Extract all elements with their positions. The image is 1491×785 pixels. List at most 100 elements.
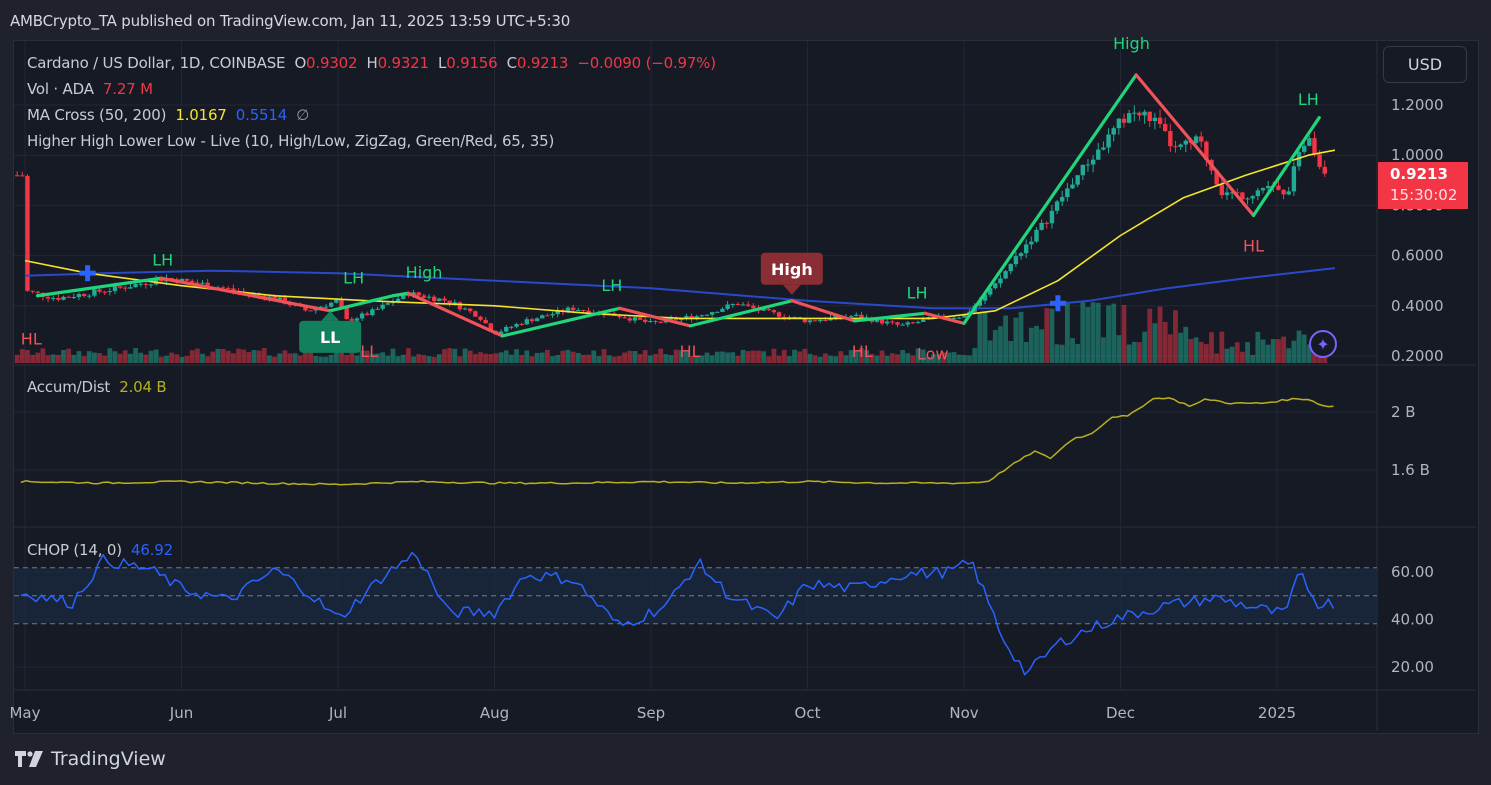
- ma-cross-legend: MA Cross (50, 200) 1.0167 0.5514 ∅: [27, 106, 310, 124]
- volume-bar: [344, 355, 350, 363]
- candle-body: [344, 307, 349, 320]
- volume-bar: [318, 356, 324, 363]
- volume-bar: [586, 354, 592, 363]
- volume-bar: [843, 355, 849, 363]
- low-value: 0.9156: [446, 54, 498, 72]
- volume-bar: [797, 351, 803, 363]
- volume-bar: [117, 353, 123, 363]
- volume-bar: [416, 354, 422, 363]
- volume-bar: [761, 351, 767, 363]
- candle-body: [1301, 145, 1307, 152]
- volume-bar: [838, 351, 844, 363]
- candle-body: [545, 315, 550, 317]
- candle-body: [1090, 159, 1096, 165]
- pivot-label-text: LH: [601, 276, 622, 295]
- volume-bar: [1080, 300, 1086, 363]
- candle-body: [1193, 136, 1199, 144]
- high-value: 0.9321: [377, 54, 429, 72]
- pivot-label-pointer: [321, 310, 340, 321]
- volume-bar: [828, 355, 833, 363]
- volume-bar: [128, 353, 133, 363]
- volume-bar: [1157, 306, 1163, 363]
- pivot-label-text: LL: [360, 342, 378, 361]
- price-tick-label: 0.2000: [1391, 347, 1444, 365]
- candle-body: [87, 295, 92, 297]
- volume-bar: [601, 349, 607, 363]
- candle-body: [1106, 134, 1111, 148]
- volume-bar: [1224, 348, 1230, 363]
- accum-dist-value: 2.04 B: [119, 378, 167, 396]
- candle-body: [92, 289, 97, 296]
- pivot-label-text: LH: [907, 283, 928, 302]
- volume-bar: [1178, 332, 1184, 363]
- volume-bar: [1034, 325, 1039, 363]
- candle-body: [848, 316, 854, 318]
- volume-bar: [1193, 337, 1199, 363]
- volume-bar: [817, 356, 823, 363]
- candle-body: [514, 324, 519, 327]
- volume-bar: [524, 350, 530, 363]
- volume-bar: [483, 353, 489, 363]
- zigzag-segment: [962, 73, 1138, 325]
- volume-bar: [158, 356, 164, 363]
- candle-body: [51, 297, 56, 299]
- volume-bar: [1147, 308, 1153, 363]
- volume-bar: [570, 351, 576, 363]
- volume-bar: [756, 350, 761, 363]
- volume-bar: [112, 351, 118, 363]
- brand-name: TradingView: [51, 748, 166, 770]
- volume-bar: [1276, 339, 1281, 363]
- hidden-values-icon[interactable]: ∅: [296, 106, 309, 124]
- candle-body: [1116, 118, 1122, 129]
- volume-bar: [272, 356, 277, 363]
- price-tick-label: 0.4000: [1391, 297, 1444, 315]
- candle-body: [102, 291, 107, 293]
- volume-bar: [1281, 336, 1286, 363]
- tradingview-logo[interactable]: TradingView: [15, 748, 166, 770]
- volume-bar: [421, 355, 427, 363]
- volume-bar: [313, 356, 319, 363]
- pivot-label-text: LH: [343, 268, 364, 287]
- candle-body: [200, 282, 205, 284]
- volume-bar: [86, 351, 92, 363]
- candle-body: [1111, 128, 1116, 135]
- volume-bar: [987, 340, 993, 363]
- pivot-label-text: High: [771, 260, 813, 279]
- volume-bar: [1085, 307, 1091, 363]
- candle-body: [1260, 188, 1266, 191]
- candle-body: [720, 308, 725, 312]
- volume-bar: [102, 355, 108, 363]
- assistant-sparkle-icon[interactable]: ✦: [1309, 330, 1337, 358]
- pivot-label-pointer: [782, 284, 801, 295]
- volume-bar: [169, 352, 175, 363]
- volume-bar: [194, 348, 200, 363]
- volume-bar: [277, 353, 283, 363]
- candle-body: [1317, 154, 1322, 167]
- volume-bar: [400, 354, 406, 363]
- volume-bar: [189, 350, 195, 363]
- volume-bar: [807, 353, 813, 363]
- volume-bar: [658, 348, 664, 363]
- volume-bar: [642, 350, 648, 363]
- candle-body: [128, 287, 133, 289]
- candle-body: [1250, 196, 1255, 199]
- close-value: 0.9213: [516, 54, 569, 72]
- volume-bar: [40, 348, 46, 363]
- currency-button[interactable]: USD: [1383, 46, 1467, 83]
- volume-bar: [889, 353, 895, 363]
- volume-bar: [1198, 341, 1204, 363]
- volume-bar: [771, 348, 777, 363]
- candle-body: [818, 319, 823, 322]
- chop-tick-label: 60.00: [1391, 563, 1434, 581]
- candle-body: [1096, 149, 1101, 160]
- candle-body: [143, 283, 149, 285]
- volume-bar: [179, 356, 185, 363]
- candle-body: [483, 319, 488, 324]
- volume-bar: [76, 351, 82, 363]
- pivot-label-text: High: [406, 263, 443, 282]
- volume-bar: [653, 353, 658, 363]
- candle-body: [1219, 184, 1225, 196]
- volume-bar: [1286, 348, 1292, 363]
- candle-body: [1013, 256, 1019, 265]
- candle-body: [97, 289, 102, 292]
